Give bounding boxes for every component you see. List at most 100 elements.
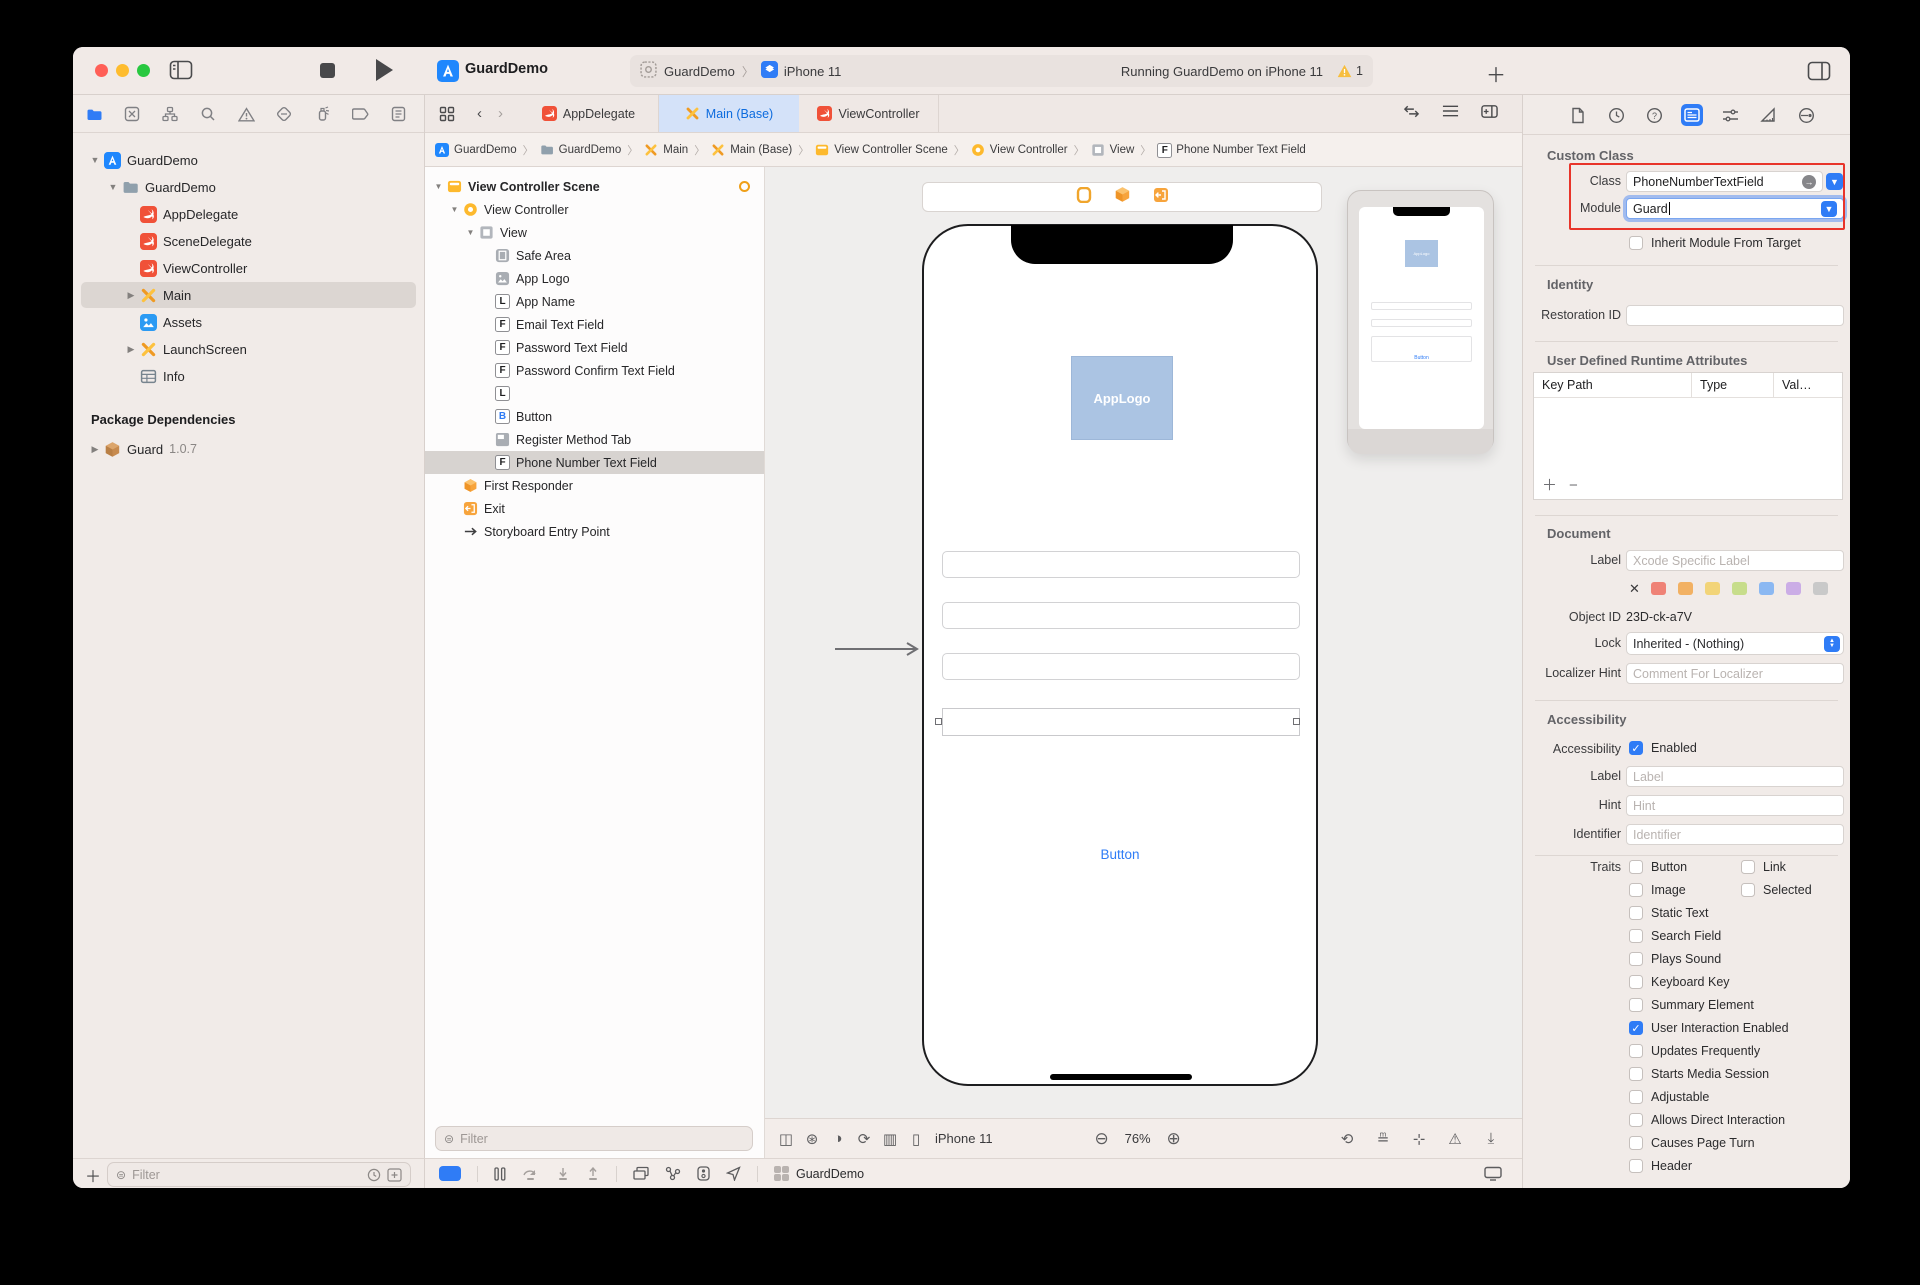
trait-checkbox-search-field[interactable] (1629, 929, 1643, 943)
password-text-field[interactable] (942, 602, 1300, 629)
test-navigator-icon[interactable] (275, 105, 293, 123)
runtime-attributes-table[interactable]: Key PathTypeVal… ＋− (1533, 372, 1843, 500)
appearance-icon[interactable]: ◑ (825, 1130, 851, 1147)
breadcrumb-item-view-controller-scene[interactable]: View Controller Scene (815, 143, 948, 157)
outline-row-storyboard-entry-point[interactable]: Storyboard Entry Point (425, 520, 764, 543)
outline-row-first-responder[interactable]: First Responder (425, 474, 764, 497)
color-swatch[interactable] (1813, 582, 1828, 595)
debug-process-item[interactable]: GuardDemo (774, 1166, 864, 1181)
breadcrumb-item-guarddemo[interactable]: GuardDemo (540, 143, 622, 157)
sidebar-item-scenedelegate[interactable]: SceneDelegate (73, 228, 424, 254)
color-swatch[interactable] (1705, 582, 1720, 595)
disclosure-chevron[interactable]: ▼ (465, 228, 476, 237)
report-navigator-icon[interactable] (389, 105, 407, 123)
add-tab-button[interactable]: ＋ (1486, 59, 1506, 88)
scene-status-dot[interactable] (739, 181, 750, 192)
module-dropdown-button[interactable]: ▼ (1821, 201, 1837, 217)
outline-row-view-controller[interactable]: ▼View Controller (425, 198, 764, 221)
canvas-device-name[interactable]: iPhone 11 (935, 1131, 993, 1146)
outline-row-view[interactable]: ▼View (425, 221, 764, 244)
breakpoint-navigator-icon[interactable] (351, 105, 369, 123)
device-preview-thumbnail[interactable]: AppLogo Button (1347, 190, 1494, 453)
sidebar-item-viewcontroller[interactable]: ViewController (73, 255, 424, 281)
tab-viewcontroller[interactable]: ViewController (799, 95, 939, 132)
run-destination-selector[interactable]: iPhone 11 (761, 61, 842, 81)
disclosure-chevron[interactable]: ▼ (449, 205, 460, 214)
color-swatch[interactable] (1678, 582, 1693, 595)
step-out-icon[interactable] (586, 1167, 600, 1181)
resize-handle-left[interactable] (935, 718, 942, 725)
disclosure-chevron[interactable]: ▶ (125, 290, 137, 301)
restoration-id-field[interactable] (1626, 305, 1844, 326)
color-swatch[interactable] (1651, 582, 1666, 595)
storyboard-entry-arrow[interactable] (833, 641, 923, 657)
tab-main-base-[interactable]: Main (Base) (659, 95, 799, 132)
outline-row-password-confirm-text-field[interactable]: FPassword Confirm Text Field (425, 359, 764, 382)
update-frames-icon[interactable]: ⟲ (1334, 1130, 1360, 1148)
help-inspector-icon[interactable]: ? (1643, 104, 1665, 126)
embed-icon[interactable]: ⤓ (1478, 1130, 1504, 1147)
resolve-layout-icon[interactable]: ⚠ (1442, 1130, 1468, 1148)
color-swatch[interactable] (1759, 582, 1774, 595)
breadcrumb-item-phone-number-text-field[interactable]: FPhone Number Text Field (1157, 143, 1306, 157)
add-constraints-icon[interactable]: ⊹ (1406, 1130, 1432, 1148)
trait-checkbox-starts-media-session[interactable] (1629, 1067, 1643, 1081)
connections-inspector-icon[interactable] (1795, 104, 1817, 126)
disclosure-chevron[interactable]: ▼ (107, 182, 119, 192)
sidebar-item-guarddemo[interactable]: ▼GuardDemo (73, 147, 424, 173)
first-responder-dock-icon[interactable] (1114, 186, 1131, 208)
adjust-editor-icon[interactable]: ◫ (773, 1130, 799, 1148)
file-inspector-icon[interactable] (1567, 104, 1589, 126)
outline-filter-field[interactable]: ⊜ Filter (435, 1126, 753, 1151)
class-field[interactable]: PhoneNumberTextField → (1626, 171, 1823, 192)
trait-checkbox-header[interactable] (1629, 1159, 1643, 1173)
outline-row-button[interactable]: BButton (425, 405, 764, 428)
split-view-icon[interactable]: ▥ (877, 1130, 903, 1148)
trait-checkbox-adjustable[interactable] (1629, 1090, 1643, 1104)
breadcrumb-item-view[interactable]: View (1091, 143, 1135, 157)
accessibility-enabled-checkbox[interactable]: ✓ (1629, 741, 1643, 755)
back-button[interactable]: ‹ (467, 95, 492, 132)
trait-checkbox-causes-page-turn[interactable] (1629, 1136, 1643, 1150)
toggle-right-sidebar-icon[interactable] (1807, 60, 1831, 82)
scheme-selector[interactable]: GuardDemo (640, 61, 735, 81)
trait-checkbox-selected[interactable] (1741, 883, 1755, 897)
outline-row-view-controller-scene[interactable]: ▼View Controller Scene (425, 175, 764, 198)
view-controller-dock-icon[interactable] (1076, 187, 1092, 208)
outline-row-exit[interactable]: Exit (425, 497, 764, 520)
forward-button[interactable]: › (492, 95, 519, 132)
pause-icon[interactable] (494, 1167, 506, 1181)
canvas-zoom-level[interactable]: 76% (1125, 1131, 1151, 1146)
simulate-location-icon[interactable] (726, 1166, 741, 1181)
color-swatch[interactable] (1786, 582, 1801, 595)
add-remove-attribute-buttons[interactable]: ＋− (1542, 474, 1590, 495)
history-inspector-icon[interactable] (1605, 104, 1627, 126)
project-navigator-icon[interactable] (85, 105, 103, 123)
sidebar-item-package-guard[interactable]: ▶Guard1.0.7 (73, 436, 424, 462)
size-inspector-icon[interactable] (1757, 104, 1779, 126)
view-controller-device[interactable]: AppLogo Button (922, 224, 1318, 1086)
breadcrumb-item-guarddemo[interactable]: GuardDemo (435, 143, 517, 157)
environment-overrides-icon[interactable] (697, 1166, 710, 1181)
disclosure-chevron[interactable]: ▼ (433, 182, 444, 191)
sidebar-item-launchscreen[interactable]: ▶LaunchScreen (73, 336, 424, 362)
view-hierarchy-icon[interactable] (633, 1166, 649, 1181)
close-button[interactable] (95, 64, 108, 77)
clear-color-swatch[interactable]: ✕ (1629, 581, 1640, 597)
exit-dock-icon[interactable] (1153, 187, 1169, 208)
password-confirm-text-field[interactable] (942, 653, 1300, 680)
editor-layout-icon[interactable] (1442, 104, 1459, 123)
outline-row-password-text-field[interactable]: FPassword Text Field (425, 336, 764, 359)
canvas-button[interactable]: Button (924, 847, 1316, 862)
symbol-navigator-icon[interactable] (161, 105, 179, 123)
source-control-icon[interactable] (123, 105, 141, 123)
zoom-in-icon[interactable]: ⊕ (1161, 1129, 1187, 1149)
outline-row-app-logo[interactable]: App Logo (425, 267, 764, 290)
issue-navigator-icon[interactable] (237, 105, 255, 123)
sidebar-item-guarddemo[interactable]: ▼GuardDemo (73, 174, 424, 200)
add-editor-icon[interactable] (1481, 104, 1498, 124)
breadcrumb-item-main[interactable]: Main (644, 143, 688, 157)
filter-options[interactable] (367, 1168, 402, 1182)
step-over-icon[interactable] (522, 1167, 540, 1181)
outline-row-safe-area[interactable]: Safe Area (425, 244, 764, 267)
